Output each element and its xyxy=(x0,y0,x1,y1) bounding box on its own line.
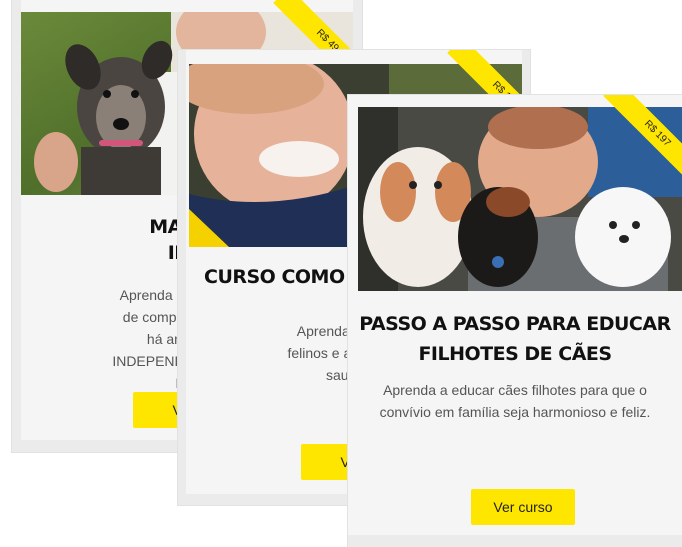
button-label: Ver curso xyxy=(493,499,553,515)
course-title-line: FILHOTES DE CÃES xyxy=(418,343,612,365)
description-line: convívio em família seja harmonioso e fe… xyxy=(379,404,651,420)
puppies-photo-image xyxy=(358,107,682,291)
course-description: Aprenda a educar cães filhotes para que … xyxy=(348,379,682,423)
course-title: CURSO COMO C xyxy=(204,264,365,290)
course-title-line: PASSO A PASSO PARA EDUCAR xyxy=(359,313,671,335)
course-card-puppies: R$ 197 PASSO A PASSO PARA EDUCAR FILHOTE… xyxy=(348,95,682,547)
description-line: Aprenda a educar cães filhotes para que … xyxy=(383,382,647,398)
course-title: PASSO A PASSO PARA EDUCAR FILHOTES DE CÃ… xyxy=(348,309,682,369)
course-photo-puppies xyxy=(358,107,682,291)
view-course-button[interactable]: Ver curso xyxy=(471,489,575,525)
course-title-line: CURSO COMO C xyxy=(204,266,365,288)
